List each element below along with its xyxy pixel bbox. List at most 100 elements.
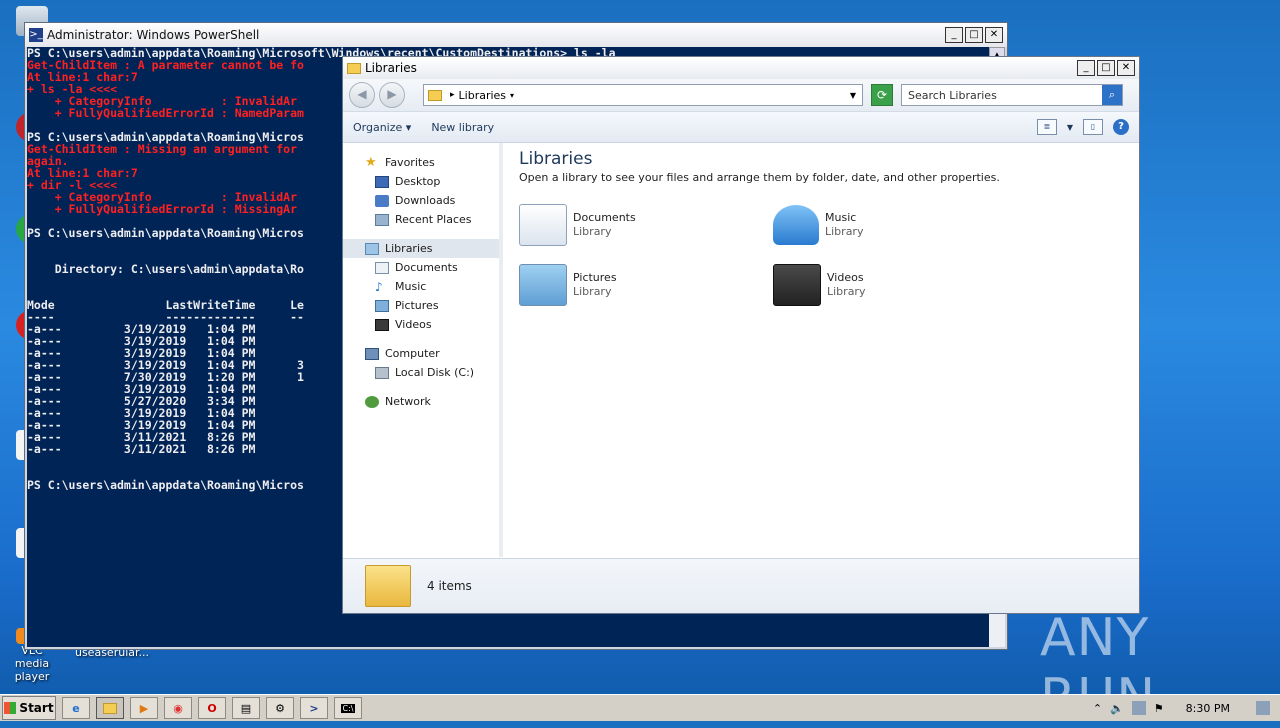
powershell-taskbar-button[interactable]: > bbox=[300, 697, 328, 719]
explorer-window[interactable]: Libraries _ □ ✕ ◀ ▶ ▸ Libraries ▾ ▼ ⟳ Se… bbox=[342, 56, 1140, 614]
documents-icon bbox=[375, 261, 389, 274]
star-icon: ★ bbox=[365, 154, 377, 170]
details-pane: 4 items bbox=[343, 558, 1139, 613]
view-options-icon[interactable]: ≣ bbox=[1036, 119, 1057, 135]
nav-pictures[interactable]: Pictures bbox=[343, 296, 499, 315]
libraries-folder-icon bbox=[365, 565, 411, 607]
powershell-icon: > bbox=[309, 701, 319, 715]
videos-library-icon bbox=[773, 264, 821, 306]
chevron-down-icon[interactable]: ▾ bbox=[510, 91, 514, 100]
library-music[interactable]: Music Library bbox=[773, 204, 1027, 246]
window-icon: ▤ bbox=[240, 701, 252, 715]
start-button[interactable]: Start bbox=[2, 696, 56, 720]
search-box[interactable]: Search Libraries ⌕ bbox=[901, 84, 1123, 106]
nav-local-disk[interactable]: Local Disk (C:) bbox=[343, 363, 499, 382]
preview-pane-icon[interactable]: ▯ bbox=[1083, 119, 1103, 135]
network-status-icon[interactable] bbox=[1131, 701, 1146, 715]
explorer-titlebar[interactable]: Libraries _ □ ✕ bbox=[343, 57, 1139, 79]
powershell-title: Administrator: Windows PowerShell bbox=[47, 28, 260, 42]
app-taskbar-button[interactable]: ▤ bbox=[232, 697, 260, 719]
cmd-icon: C:\ bbox=[340, 703, 356, 713]
show-desktop-button[interactable] bbox=[1256, 701, 1270, 715]
media-player-taskbar-button[interactable]: ▶ bbox=[130, 697, 158, 719]
nav-music[interactable]: ♪ Music bbox=[343, 277, 499, 296]
nav-network[interactable]: Network bbox=[343, 392, 499, 411]
close-button[interactable]: ✕ bbox=[985, 27, 1003, 43]
videos-icon bbox=[375, 318, 389, 331]
libraries-icon bbox=[428, 89, 442, 101]
nav-libraries[interactable]: Libraries bbox=[343, 239, 499, 258]
page-subtitle: Open a library to see your files and arr… bbox=[519, 171, 1000, 184]
network-tool-icon: ⚙ bbox=[275, 701, 285, 715]
opera-taskbar-button[interactable]: O bbox=[198, 697, 226, 719]
refresh-button[interactable]: ⟳ bbox=[871, 84, 893, 106]
pictures-icon bbox=[375, 299, 389, 312]
libraries-icon bbox=[365, 242, 379, 255]
nav-recent-places[interactable]: Recent Places bbox=[343, 210, 499, 229]
help-icon[interactable]: ? bbox=[1113, 119, 1129, 135]
navigation-bar: ◀ ▶ ▸ Libraries ▾ ▼ ⟳ Search Libraries ⌕ bbox=[343, 79, 1139, 112]
minimize-button[interactable]: _ bbox=[945, 27, 963, 43]
ie-taskbar-button[interactable]: e bbox=[62, 697, 90, 719]
windows-logo-icon bbox=[4, 702, 17, 714]
library-documents[interactable]: Documents Library bbox=[519, 204, 773, 246]
navigation-pane: ★ Favorites Desktop Downloads Recent Plac… bbox=[343, 143, 503, 557]
minimize-button[interactable]: _ bbox=[1077, 60, 1095, 76]
internet-explorer-icon: e bbox=[72, 701, 80, 715]
back-button[interactable]: ◀ bbox=[349, 82, 375, 108]
taskbar: Start e ▶ ◉ O ▤ ⚙ > C:\ ⌃ 🔈 ⚑ 8:30 PM bbox=[0, 694, 1280, 721]
powershell-titlebar[interactable]: >_ Administrator: Windows PowerShell _ □… bbox=[25, 23, 1007, 47]
chevron-right-icon: ▸ bbox=[450, 90, 455, 100]
chrome-taskbar-button[interactable]: ◉ bbox=[164, 697, 192, 719]
folder-icon bbox=[103, 702, 117, 714]
search-input[interactable]: Search Libraries bbox=[908, 89, 997, 102]
nav-computer[interactable]: Computer bbox=[343, 344, 499, 363]
explorer-title: Libraries bbox=[365, 61, 417, 75]
search-icon[interactable]: ⌕ bbox=[1102, 85, 1122, 105]
cmd-taskbar-button[interactable]: C:\ bbox=[334, 697, 362, 719]
music-library-icon bbox=[773, 205, 819, 245]
page-title: Libraries bbox=[519, 149, 593, 169]
maximize-button[interactable]: □ bbox=[965, 27, 983, 43]
new-library-button[interactable]: New library bbox=[431, 121, 494, 134]
close-button[interactable]: ✕ bbox=[1117, 60, 1135, 76]
content-pane: Libraries Open a library to see your fil… bbox=[503, 143, 1139, 557]
computer-icon bbox=[365, 347, 379, 360]
music-icon: ♪ bbox=[375, 279, 383, 294]
clock[interactable]: 8:30 PM bbox=[1186, 702, 1230, 715]
desktop-icon bbox=[375, 175, 389, 188]
media-player-icon: ▶ bbox=[139, 701, 149, 715]
address-crumb[interactable]: Libraries bbox=[459, 89, 507, 102]
action-center-flag-icon[interactable]: ⚑ bbox=[1154, 702, 1164, 715]
organize-button[interactable]: Organize ▾ bbox=[353, 121, 411, 134]
nav-favorites[interactable]: ★ Favorites bbox=[343, 153, 499, 172]
maximize-button[interactable]: □ bbox=[1097, 60, 1115, 76]
explorer-taskbar-button[interactable] bbox=[96, 697, 124, 719]
address-bar[interactable]: ▸ Libraries ▾ ▼ bbox=[423, 84, 863, 106]
item-count: 4 items bbox=[427, 579, 472, 593]
nav-downloads[interactable]: Downloads bbox=[343, 191, 499, 210]
command-bar: Organize ▾ New library ≣ ▼ ▯ ? bbox=[343, 112, 1139, 143]
recent-places-icon bbox=[375, 213, 389, 226]
powershell-icon: >_ bbox=[29, 28, 43, 42]
nav-desktop[interactable]: Desktop bbox=[343, 172, 499, 191]
nav-videos[interactable]: Videos bbox=[343, 315, 499, 334]
address-dropdown-icon[interactable]: ▼ bbox=[850, 91, 856, 100]
system-tray: ⌃ 🔈 ⚑ 8:30 PM bbox=[1093, 701, 1280, 715]
library-pictures[interactable]: Pictures Library bbox=[519, 264, 773, 306]
volume-icon[interactable]: 🔈 bbox=[1110, 702, 1124, 715]
opera-icon: O bbox=[207, 701, 217, 715]
nav-documents[interactable]: Documents bbox=[343, 258, 499, 277]
documents-library-icon bbox=[519, 204, 567, 246]
disk-icon bbox=[375, 366, 389, 379]
network-app-taskbar-button[interactable]: ⚙ bbox=[266, 697, 294, 719]
pictures-library-icon bbox=[519, 264, 567, 306]
library-videos[interactable]: Videos Library bbox=[773, 264, 1027, 306]
view-dropdown-icon[interactable]: ▼ bbox=[1067, 123, 1073, 132]
forward-button[interactable]: ▶ bbox=[379, 82, 405, 108]
downloads-icon bbox=[375, 194, 389, 207]
network-icon bbox=[365, 395, 379, 408]
chrome-icon: ◉ bbox=[173, 701, 183, 715]
libraries-folder-icon bbox=[347, 62, 361, 74]
show-hidden-icons-icon[interactable]: ⌃ bbox=[1093, 702, 1102, 715]
